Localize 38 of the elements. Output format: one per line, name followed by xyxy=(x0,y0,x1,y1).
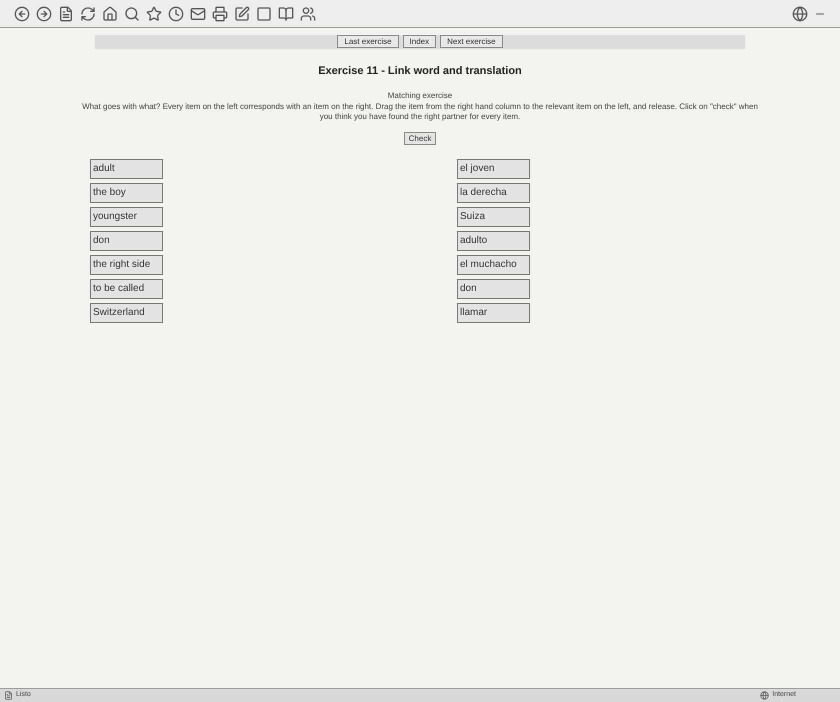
check-button[interactable]: Check xyxy=(404,132,436,144)
search-icon[interactable] xyxy=(124,6,140,22)
nav-button[interactable]: Index xyxy=(402,35,436,48)
globe-icon xyxy=(792,6,808,22)
exercise-subtitle: Matching exercise xyxy=(388,90,452,102)
edit-icon[interactable] xyxy=(234,6,250,22)
word-card[interactable]: the boy xyxy=(90,182,163,202)
square-icon[interactable] xyxy=(256,6,272,22)
globe-icon xyxy=(760,691,770,700)
forward-icon[interactable] xyxy=(36,6,52,22)
word-card[interactable]: el joven xyxy=(457,158,530,178)
exercise-title: Exercise 11 - Link word and translation xyxy=(318,64,522,79)
page-icon xyxy=(4,691,13,700)
people-icon[interactable] xyxy=(300,6,316,22)
word-card[interactable]: Suiza xyxy=(457,206,530,226)
word-card[interactable]: youngster xyxy=(90,206,163,226)
book-icon[interactable] xyxy=(278,6,294,22)
page-icon[interactable] xyxy=(58,6,74,22)
word-card[interactable]: llamar xyxy=(457,302,530,322)
word-card[interactable]: adulto xyxy=(457,230,530,250)
instructions: What goes with what? Every item on the left corresponds with an item on the right. Drag the item from the right hand column to the relevant item on the left, and release. Click on "check" when you think you have found the right partner for every item. xyxy=(81,102,759,122)
mail-icon[interactable] xyxy=(190,6,206,22)
back-icon[interactable] xyxy=(14,6,30,22)
word-card[interactable]: don xyxy=(457,278,530,298)
word-card[interactable]: el muchacho xyxy=(457,254,530,274)
word-card[interactable]: adult xyxy=(90,158,163,178)
nav-button[interactable]: Next exercise xyxy=(440,35,503,48)
word-card[interactable]: don xyxy=(90,230,163,250)
clock-icon[interactable] xyxy=(168,6,184,22)
printer-icon[interactable] xyxy=(212,6,228,22)
refresh-icon[interactable] xyxy=(80,6,96,22)
nav-button[interactable]: Last exercise xyxy=(337,35,399,48)
word-card[interactable]: to be called xyxy=(90,278,163,298)
home-icon[interactable] xyxy=(102,6,118,22)
star-icon[interactable] xyxy=(146,6,162,22)
word-card[interactable]: la derecha xyxy=(457,182,530,202)
word-card[interactable]: Switzerland xyxy=(90,302,163,322)
word-card[interactable]: the right side xyxy=(90,254,163,274)
